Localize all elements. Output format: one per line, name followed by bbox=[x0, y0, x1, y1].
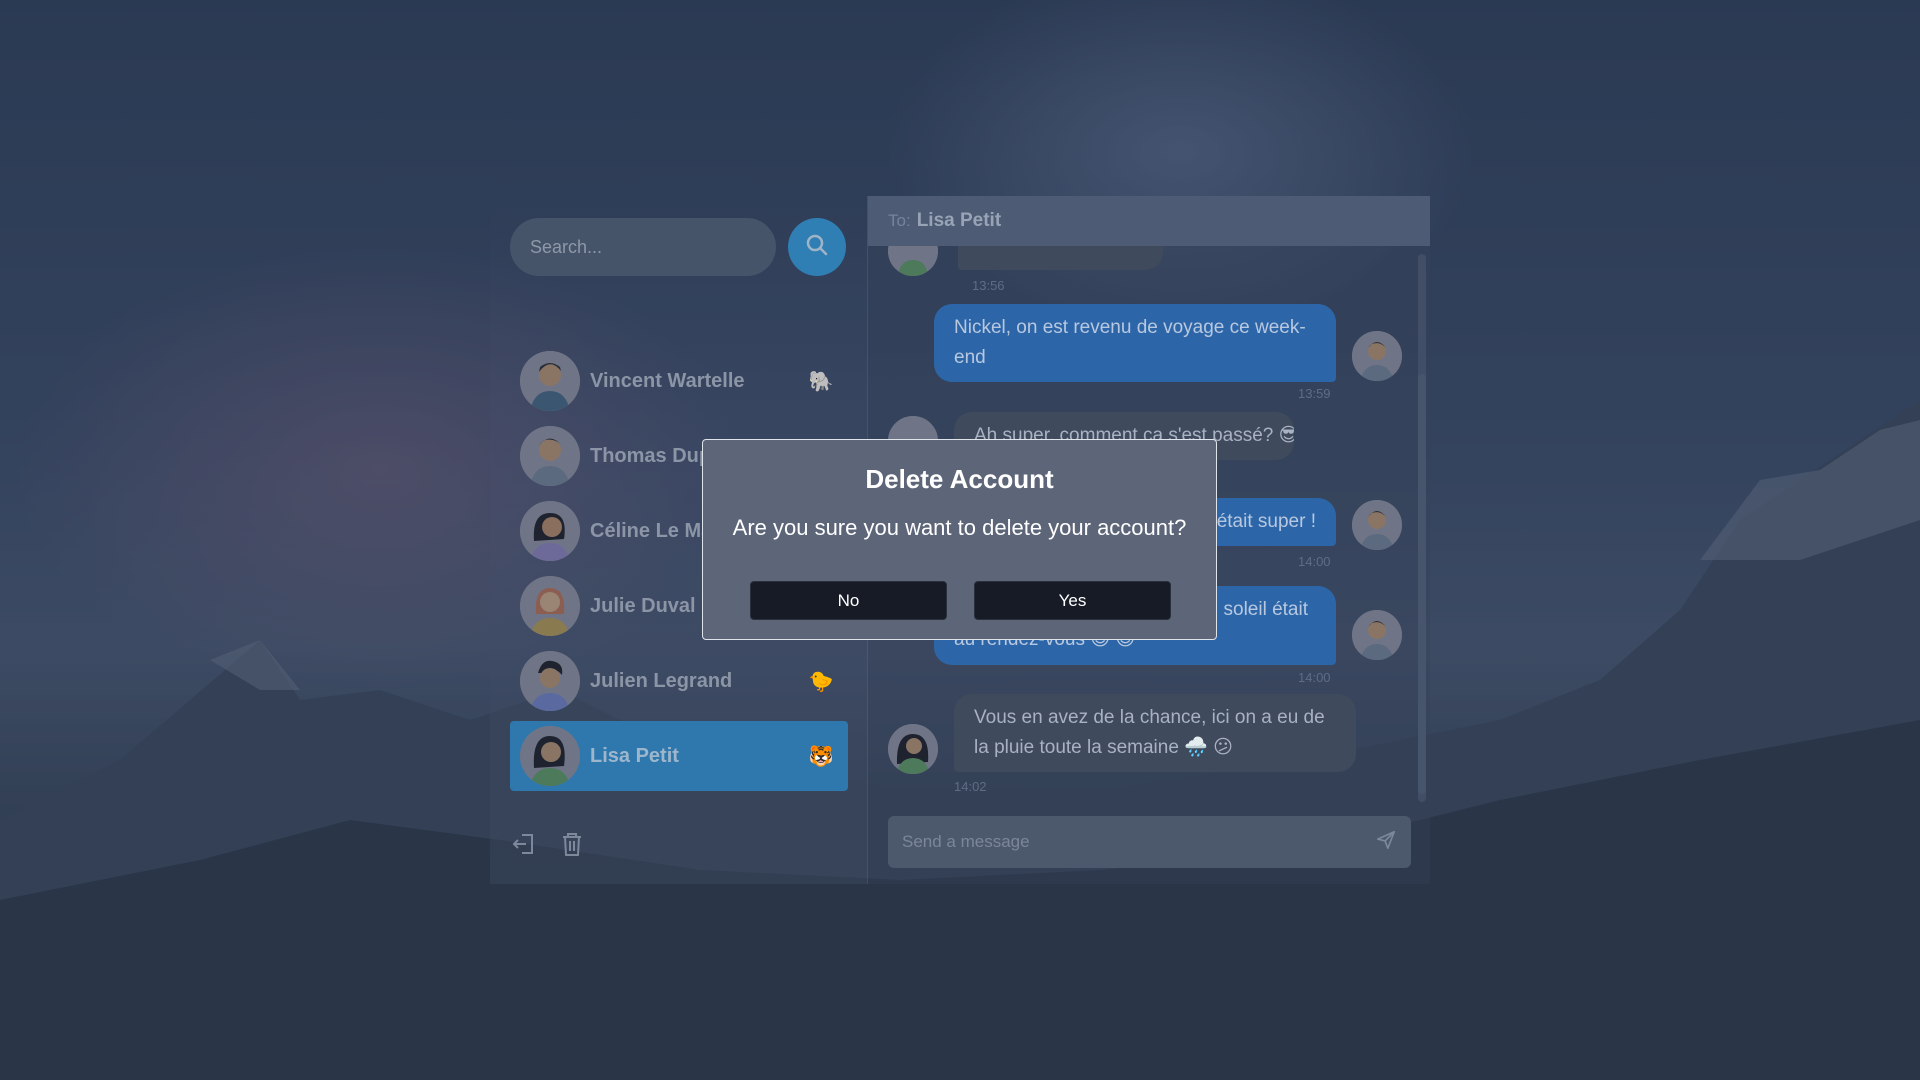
message-bubble: Vous en avez de la chance, ici on a eu d… bbox=[954, 694, 1356, 772]
avatar bbox=[520, 651, 580, 711]
yes-button[interactable]: Yes bbox=[974, 581, 1171, 620]
search-bar bbox=[510, 218, 846, 276]
avatar bbox=[888, 246, 938, 276]
search-icon bbox=[805, 233, 829, 262]
message-scrollbar[interactable] bbox=[1418, 254, 1426, 802]
search-input[interactable] bbox=[510, 218, 776, 276]
scrollbar-thumb[interactable] bbox=[1418, 374, 1426, 794]
contact-name: Vincent Wartelle bbox=[590, 369, 745, 392]
message-bubble bbox=[958, 246, 1163, 270]
avatar bbox=[520, 426, 580, 486]
message-input[interactable] bbox=[902, 832, 1375, 852]
chat-header: To: Lisa Petit bbox=[868, 196, 1430, 246]
avatar bbox=[1352, 500, 1402, 550]
message-outgoing: Nickel, on est revenu de voyage ce week-… bbox=[934, 304, 1336, 401]
contact-emoji: 🐤 bbox=[808, 670, 834, 693]
message-text-line: soleil était bbox=[1223, 599, 1309, 620]
delete-account-dialog: Delete Account Are you sure you want to … bbox=[702, 439, 1217, 640]
message-time: 13:56 bbox=[972, 278, 1005, 293]
dialog-title: Delete Account bbox=[865, 464, 1054, 494]
avatar bbox=[520, 351, 580, 411]
contact-item[interactable]: Julien Legrand 🐤 bbox=[510, 646, 848, 716]
logout-icon[interactable] bbox=[510, 830, 538, 863]
message-incoming: Vous en avez de la chance, ici on a eu d… bbox=[954, 694, 1356, 794]
contact-item-active[interactable]: Lisa Petit 🐯 bbox=[510, 721, 848, 791]
message-time: 14:02 bbox=[954, 779, 987, 794]
contact-name: Lisa Petit bbox=[590, 744, 679, 767]
avatar bbox=[1352, 610, 1402, 660]
trash-icon[interactable] bbox=[558, 830, 586, 863]
avatar bbox=[888, 724, 938, 774]
contact-emoji: 🐯 bbox=[808, 745, 834, 768]
message-time: 13:59 bbox=[1298, 386, 1331, 401]
dialog-message: Are you sure you want to delete your acc… bbox=[732, 515, 1187, 540]
no-button[interactable]: No bbox=[750, 581, 947, 620]
to-label: To: bbox=[888, 211, 911, 230]
message-bubble: Nickel, on est revenu de voyage ce week-… bbox=[934, 304, 1336, 382]
message-composer bbox=[888, 816, 1411, 868]
contact-emoji: 🐘 bbox=[808, 370, 834, 393]
dialog-actions: No Yes bbox=[750, 581, 1171, 620]
contact-name: Julien Legrand bbox=[590, 669, 733, 692]
contact-item[interactable]: Vincent Wartelle 🐘 bbox=[510, 346, 848, 416]
avatar bbox=[1352, 331, 1402, 381]
search-button[interactable] bbox=[788, 218, 846, 276]
message-time: 14:00 bbox=[1298, 670, 1331, 685]
avatar bbox=[520, 726, 580, 786]
avatar bbox=[520, 501, 580, 561]
message-time: 14:00 bbox=[1298, 554, 1331, 569]
sidebar-footer bbox=[510, 830, 586, 863]
avatar bbox=[520, 576, 580, 636]
send-icon[interactable] bbox=[1375, 829, 1397, 856]
recipient-name: Lisa Petit bbox=[916, 210, 1002, 231]
